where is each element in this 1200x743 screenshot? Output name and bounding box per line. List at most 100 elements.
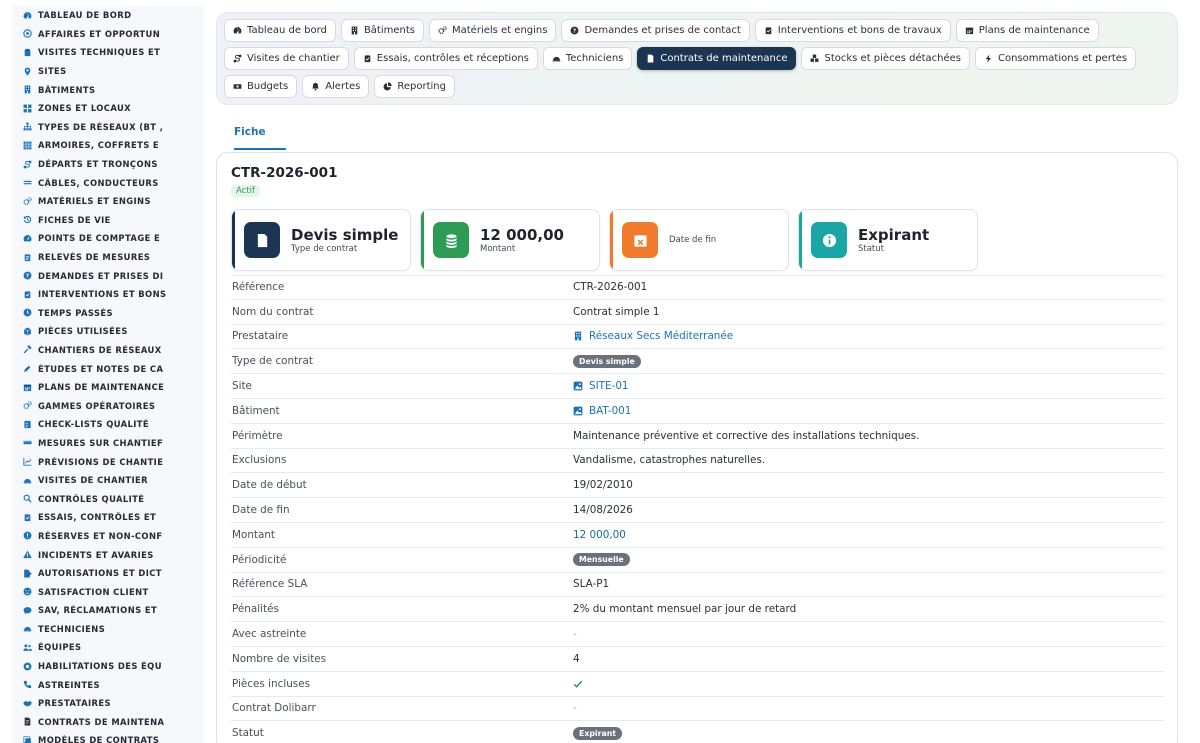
sidebar-item[interactable]: AFFAIRES ET OPPORTUN <box>12 25 204 44</box>
sidebar-item[interactable]: ÉQUIPES <box>12 638 204 657</box>
field-value: Contrat simple 1 <box>573 306 660 318</box>
field-value <box>573 679 589 689</box>
sidebar-item[interactable]: VISITES TECHNIQUES ET <box>12 43 204 62</box>
sidebar-item[interactable]: BÂTIMENTS <box>12 80 204 99</box>
sidebar-item-label: ÉTUDES ET NOTES DE CA <box>38 363 164 374</box>
sidebar-item[interactable]: HABILITATIONS DES ÉQU <box>12 657 204 676</box>
field-value: - <box>573 702 577 714</box>
sidebar-item[interactable]: CONTRATS DE MAINTENA <box>12 713 204 732</box>
clock-icon <box>23 308 32 317</box>
sidebar-item[interactable]: TYPES DE RÉSEAUX (BT , <box>12 118 204 137</box>
sidebar-item[interactable]: MODÈLES DE CONTRATS <box>12 731 204 743</box>
detail-row: Avec astreinte - <box>231 622 1164 647</box>
module-tab[interactable]: Interventions et bons de travaux <box>754 19 951 42</box>
dashboard-icon <box>233 26 242 35</box>
sidebar-item[interactable]: MATÉRIELS ET ENGINS <box>12 192 204 211</box>
field-link[interactable]: SITE-01 <box>589 380 629 392</box>
module-tab[interactable]: Stocks et pièces détachées <box>801 47 971 70</box>
module-tab[interactable]: Essais, contrôles et réceptions <box>353 47 538 70</box>
module-tab[interactable]: Contrats de maintenance <box>637 47 797 70</box>
sidebar-item[interactable]: TABLEAU DE BORD <box>12 6 204 25</box>
sidebar-item[interactable]: INTERVENTIONS ET BONS <box>12 285 204 304</box>
sidebar-item[interactable]: GAMMES OPÉRATOIRES <box>12 396 204 415</box>
module-tab[interactable]: Tableau de bord <box>224 19 336 42</box>
field-link[interactable]: BAT-001 <box>589 405 631 417</box>
sidebar-item[interactable]: VISITES DE CHANTIER <box>12 471 204 490</box>
sidebar-item[interactable]: RELEVÉS DE MESURES <box>12 248 204 267</box>
text-value: 19/02/2010 <box>573 479 633 492</box>
module-tab[interactable]: Reporting <box>374 75 455 98</box>
sidebar-item[interactable]: SAV, RÉCLAMATIONS ET <box>12 601 204 620</box>
sidebar-item-label: INTERVENTIONS ET BONS <box>38 289 167 300</box>
tachometer-icon <box>23 234 32 243</box>
module-tab[interactable]: Visites de chantier <box>224 47 349 70</box>
module-tab[interactable]: Plans de maintenance <box>955 19 1099 42</box>
sidebar-item[interactable]: SITES <box>12 62 204 81</box>
contract-card: CTR-2026-001 Actif Devis simple Type de c… <box>216 152 1178 743</box>
field-value: Expirant <box>573 726 622 740</box>
field-value: SLA-P1 <box>573 578 609 590</box>
sidebar-item[interactable]: PIÈCES UTILISÉES <box>12 322 204 341</box>
question-icon: ? <box>23 271 32 280</box>
sidebar-item-label: RÉSERVES ET NON-CONF <box>38 530 163 541</box>
sidebar-item-label: MATÉRIELS ET ENGINS <box>38 196 151 207</box>
sidebar-item[interactable]: CHECK-LISTS QUALITÉ <box>12 415 204 434</box>
sidebar-item-label: SAV, RÉCLAMATIONS ET <box>38 605 158 616</box>
sidebar-item[interactable]: DÉPARTS ET TRONÇONS <box>12 155 204 174</box>
copy-icon <box>23 736 32 743</box>
sidebar-item[interactable]: POINTS DE COMPTAGE E <box>12 229 204 248</box>
module-tab[interactable]: Alertes <box>302 75 370 98</box>
field-label: Périodicité <box>232 553 287 566</box>
module-tab[interactable]: Techniciens <box>542 47 633 70</box>
kpi-card: Expirant Statut <box>798 209 978 271</box>
module-tab[interactable]: Budgets <box>224 75 298 98</box>
sidebar-item[interactable]: CHANTIERS DE RÉSEAUX <box>12 341 204 360</box>
warning-icon <box>23 550 32 559</box>
th-icon <box>23 141 32 150</box>
sidebar-item-label: TABLEAU DE BORD <box>38 10 132 21</box>
sidebar-item[interactable]: TEMPS PASSÉS <box>12 304 204 323</box>
sidebar-item-label: SITES <box>38 66 67 77</box>
sidebar-item[interactable]: PRESTATAIRES <box>12 694 204 713</box>
sidebar-item[interactable]: TECHNICIENS <box>12 620 204 639</box>
module-tab-label: Tableau de bord <box>247 25 327 36</box>
module-tab[interactable]: Consommations et pertes <box>975 47 1137 70</box>
sidebar-item[interactable]: PLANS DE MAINTENANCE <box>12 378 204 397</box>
sidebar-item[interactable]: ARMOIRES, COFFRETS E <box>12 136 204 155</box>
module-tab-label: Essais, contrôles et réceptions <box>376 53 529 64</box>
field-label: Référence SLA <box>232 578 308 591</box>
field-value: SITE-01 <box>573 380 629 392</box>
sidebar-item[interactable]: RÉSERVES ET NON-CONF <box>12 527 204 546</box>
module-tab-label: Matériels et engins <box>452 25 548 36</box>
kpi-text: Devis simple Type de contrat <box>291 226 398 254</box>
sidebar-item[interactable]: CÂBLES, CONDUCTEURS <box>12 173 204 192</box>
question-icon: ? <box>570 26 579 35</box>
hammer-icon <box>23 345 32 354</box>
empty-value: - <box>573 628 577 641</box>
sidebar-item[interactable]: ÉTUDES ET NOTES DE CA <box>12 359 204 378</box>
route-icon <box>23 160 32 169</box>
sidebar-item-label: BÂTIMENTS <box>38 84 96 95</box>
sidebar-item[interactable]: ASTREINTES <box>12 675 204 694</box>
field-link[interactable]: Réseaux Secs Méditerranée <box>589 330 733 342</box>
sidebar-item[interactable]: PRÉVISIONS DE CHANTIE <box>12 452 204 471</box>
sidebar-item-label: MODÈLES DE CONTRATS <box>38 735 160 743</box>
sidebar-item-label: HABILITATIONS DES ÉQU <box>38 661 162 672</box>
kpi-label: Statut <box>858 244 884 254</box>
sidebar-item[interactable]: AUTORISATIONS ET DICT <box>12 564 204 583</box>
sidebar-item[interactable]: INCIDENTS ET AVARIES <box>12 545 204 564</box>
sidebar-item[interactable]: MESURES SUR CHANTIEF <box>12 434 204 453</box>
module-tab[interactable]: Matériels et engins <box>429 19 557 42</box>
module-tab[interactable]: Bâtiments <box>340 19 424 42</box>
sidebar-item[interactable]: FICHES DE VIE <box>12 211 204 230</box>
sidebar-item[interactable]: ZONES ET LOCAUX <box>12 99 204 118</box>
module-tab[interactable]: ? Demandes et prises de contact <box>561 19 750 42</box>
sidebar-item[interactable]: CONTRÔLES QUALITÉ <box>12 489 204 508</box>
text-value: Maintenance préventive et corrective des… <box>573 429 920 442</box>
bolt-icon <box>984 54 993 63</box>
sidebar-item[interactable]: ESSAIS, CONTRÔLES ET <box>12 508 204 527</box>
tab-fiche[interactable]: Fiche <box>234 126 266 138</box>
field-label: Pénalités <box>232 603 279 616</box>
sidebar-item[interactable]: SATISFACTION CLIENT <box>12 582 204 601</box>
sidebar-item[interactable]: ? DEMANDES ET PRISES DI <box>12 266 204 285</box>
